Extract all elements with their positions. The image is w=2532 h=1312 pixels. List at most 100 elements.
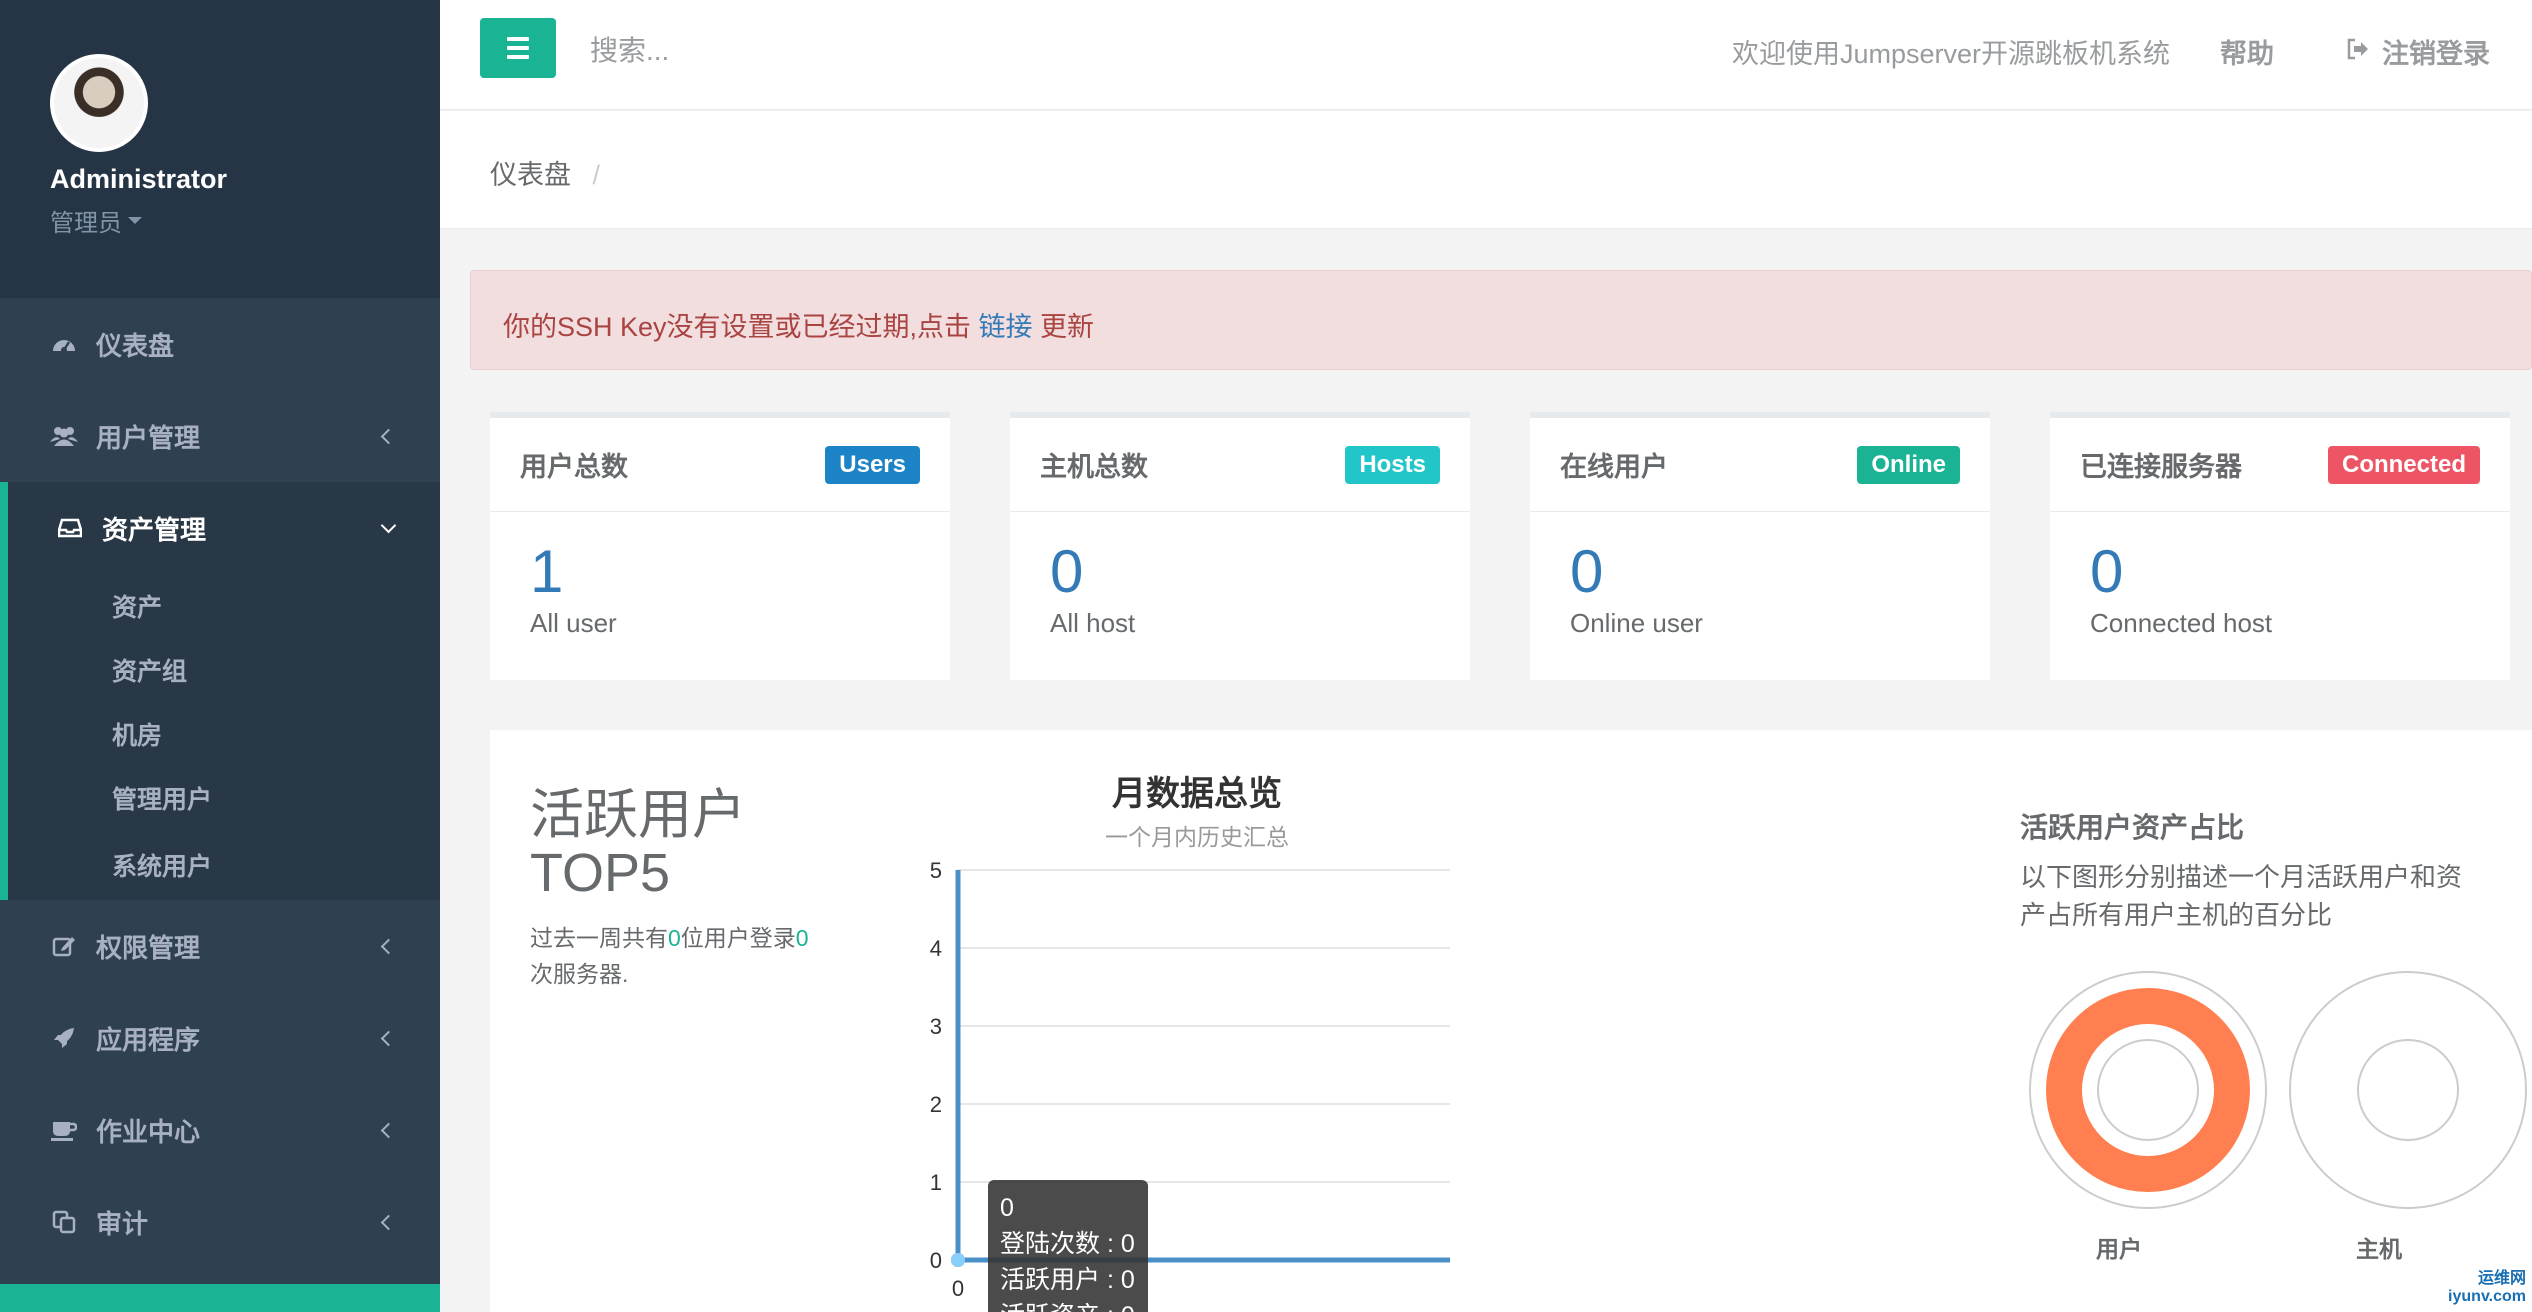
- watermark-logo: 运维网 iyunv.com: [2448, 1270, 2526, 1306]
- watermark-line1: 运维网: [2477, 1270, 2526, 1287]
- y-tick-label: 5: [930, 858, 942, 883]
- status-badge: Users: [825, 445, 920, 484]
- sidebar-item-label: 用户管理: [96, 422, 201, 453]
- copy-icon: [50, 1208, 78, 1236]
- welcome-message: 欢迎使用Jumpserver开源跳板机系统: [1731, 39, 2170, 69]
- stat-subtitle: All user: [530, 608, 617, 638]
- stat-value: 0: [2090, 538, 2124, 605]
- sidebar-subitem-idc[interactable]: 机房: [8, 702, 440, 766]
- inbox-icon: [56, 514, 84, 542]
- sidebar-item-permissions[interactable]: 权限管理: [0, 900, 440, 992]
- dashboard-icon: [50, 330, 78, 358]
- profile-role-dropdown[interactable]: 管理员: [50, 203, 390, 238]
- stat-card-body: 1 All user: [490, 512, 950, 639]
- stat-card-header: 用户总数 Users: [490, 418, 950, 512]
- stat-card-body: 0 Online user: [1530, 512, 1990, 639]
- sidebar-subitem-asset-groups[interactable]: 资产组: [8, 638, 440, 702]
- donut-hosts-inner-ring: [2357, 1039, 2459, 1141]
- alert-text-before: 你的SSH Key没有设置或已经过期,点击: [503, 312, 979, 342]
- stat-title: 用户总数: [520, 452, 628, 482]
- hamburger-icon: [507, 37, 529, 41]
- x-tick-label: 0: [952, 1276, 964, 1301]
- sidebar-item-label: 资产管理: [102, 514, 207, 545]
- top5-desc-part1: 过去一周共有: [530, 925, 668, 951]
- sidebar-subitem-assets[interactable]: 资产: [8, 574, 440, 638]
- sidebar-item-label: 仪表盘: [96, 330, 175, 361]
- avatar[interactable]: [50, 54, 148, 152]
- stat-card-header: 主机总数 Hosts: [1010, 418, 1470, 512]
- sidebar-item-jobs[interactable]: 作业中心: [0, 1084, 440, 1176]
- donut-label-users: 用户: [2096, 1236, 2142, 1262]
- profile-name: Administrator: [50, 164, 228, 194]
- stat-title: 主机总数: [1040, 452, 1148, 482]
- search-input[interactable]: [590, 26, 1190, 76]
- sidebar-item-dashboard[interactable]: 仪表盘: [0, 298, 440, 390]
- tooltip-line-active-users: 活跃用户 : 0: [1000, 1266, 1135, 1294]
- profile-panel: Administrator 管理员: [0, 0, 440, 298]
- stat-card-body: 0 All host: [1010, 512, 1470, 639]
- tooltip-header: 0: [1000, 1194, 1014, 1222]
- chevron-left-icon: [380, 1030, 397, 1046]
- status-badge: Hosts: [1345, 445, 1440, 484]
- sidebar-item-label: 权限管理: [96, 932, 201, 963]
- sidebar-toggle-button[interactable]: [480, 18, 556, 78]
- stat-card-hosts: 主机总数 Hosts 0 All host: [1010, 412, 1470, 680]
- sign-out-icon: [2346, 36, 2370, 67]
- sidebar-next-item-active[interactable]: [0, 1284, 440, 1312]
- stat-card-header: 已连接服务器 Connected: [2050, 418, 2510, 512]
- logout-label: 注销登录: [2382, 39, 2490, 69]
- y-tick-label: 4: [930, 936, 942, 961]
- coffee-icon: [50, 1116, 78, 1144]
- breadcrumb-current[interactable]: 仪表盘: [490, 160, 571, 190]
- chart-subtitle: 一个月内历史汇总: [1105, 824, 1289, 850]
- stat-card-body: 0 Connected host: [2050, 512, 2510, 639]
- stat-subtitle: Online user: [1570, 608, 1703, 638]
- top5-users-count: 0: [668, 925, 681, 951]
- chevron-left-icon: [380, 428, 397, 444]
- rocket-icon: [50, 1024, 78, 1052]
- alert-link[interactable]: 链接: [979, 312, 1033, 342]
- monthly-line-chart[interactable]: 0 1 2 3 4 5 0: [890, 850, 1450, 1312]
- top5-desc-part2: 位用户登录: [680, 925, 796, 951]
- top5-desc-part3: 次服务器.: [530, 961, 629, 987]
- chart-tooltip: 0 登陆次数 : 0 活跃用户 : 0 活跃资产 : 0: [988, 1180, 1148, 1312]
- data-point-活跃资产: [951, 1253, 965, 1267]
- breadcrumb: 仪表盘 /: [440, 111, 2532, 229]
- sidebar-subitem-system-users[interactable]: 系统用户: [8, 830, 440, 900]
- sidebar-item-assets[interactable]: 资产管理: [8, 482, 440, 574]
- profile-role-label: 管理员: [50, 210, 122, 237]
- y-tick-label: 3: [930, 1014, 942, 1039]
- hamburger-icon: [507, 46, 529, 50]
- sidebar-subitem-admin-users[interactable]: 管理用户: [8, 766, 440, 830]
- caret-down-icon: [128, 217, 142, 224]
- donut-hosts-outer-ring: [2289, 971, 2527, 1209]
- sidebar-item-label: 作业中心: [96, 1116, 201, 1147]
- stat-subtitle: All host: [1050, 608, 1136, 638]
- stat-card-users: 用户总数 Users 1 All user: [490, 412, 950, 680]
- logout-link[interactable]: 注销登录: [2346, 32, 2490, 71]
- stat-card-header: 在线用户 Online: [1530, 418, 1990, 512]
- help-link[interactable]: 帮助: [2220, 32, 2274, 71]
- users-icon: [50, 422, 78, 450]
- sidebar-item-users[interactable]: 用户管理: [0, 390, 440, 482]
- donut-label-hosts: 主机: [2356, 1236, 2402, 1262]
- stat-value: 1: [530, 538, 564, 605]
- top5-title: 活跃用户 TOP5: [530, 786, 830, 902]
- donut-users-fill-arc: [2046, 988, 2250, 1192]
- ssh-key-alert: 你的SSH Key没有设置或已经过期,点击 链接 更新: [470, 270, 2532, 370]
- chart-title: 月数据总览: [1112, 775, 1282, 813]
- chevron-left-icon: [380, 938, 397, 954]
- top5-login-count: 0: [795, 925, 809, 951]
- sidebar-item-audit[interactable]: 审计: [0, 1176, 440, 1268]
- donut-users-inner-ring: [2097, 1039, 2199, 1141]
- tooltip-line-logins: 登陆次数 : 0: [1000, 1230, 1135, 1258]
- stat-title: 已连接服务器: [2080, 452, 2242, 482]
- stat-card-connected: 已连接服务器 Connected 0 Connected host: [2050, 412, 2510, 680]
- sidebar-item-applications[interactable]: 应用程序: [0, 992, 440, 1084]
- ratio-title: 活跃用户资产占比: [2020, 812, 2245, 843]
- stat-subtitle: Connected host: [2090, 608, 2273, 638]
- top5-description: 过去一周共有0位用户登录0次服务器.: [530, 920, 810, 992]
- overview-panel: 活跃用户 TOP5 过去一周共有0位用户登录0次服务器. 月数据总览 一个月内历…: [490, 730, 2532, 1312]
- sidebar-item-label: 审计: [96, 1208, 149, 1239]
- stat-card-online: 在线用户 Online 0 Online user: [1530, 412, 1990, 680]
